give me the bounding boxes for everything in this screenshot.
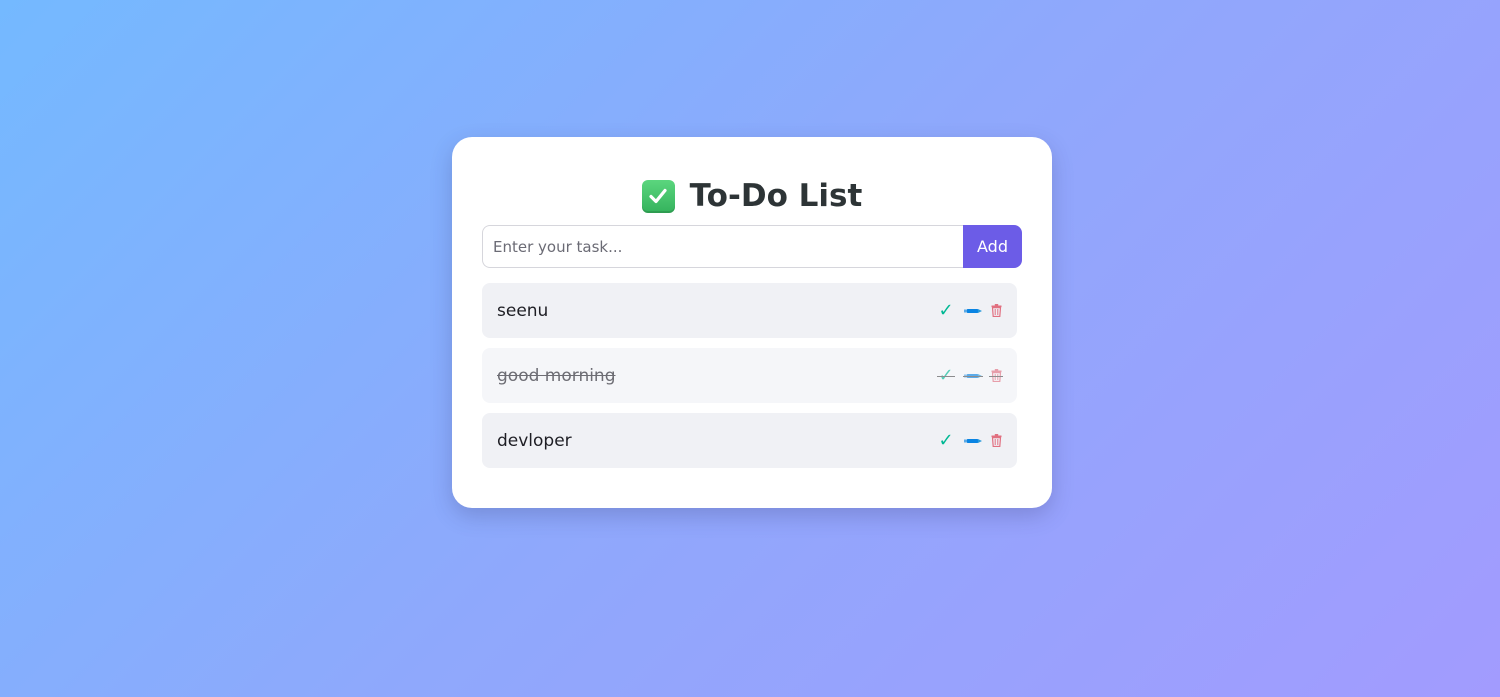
task-actions: ✓ [938, 300, 1002, 321]
complete-button[interactable]: ✓ [938, 300, 954, 321]
edit-button[interactable] [964, 308, 982, 314]
task-item: devloper ✓ [482, 413, 1017, 468]
task-text[interactable]: devloper [497, 431, 938, 451]
task-item: seenu ✓ [482, 283, 1017, 338]
trash-icon [991, 434, 1001, 447]
delete-button[interactable] [990, 304, 1002, 317]
todo-card: To-Do List Add seenu ✓ good morning ✓ [452, 137, 1052, 508]
page-title: To-Do List [482, 167, 1022, 225]
pen-icon [964, 438, 982, 443]
pen-icon [964, 308, 982, 313]
trash-icon [991, 369, 1001, 382]
task-actions: ✓ [937, 365, 1003, 386]
pen-icon [964, 373, 982, 378]
delete-button[interactable] [990, 434, 1002, 447]
add-task-form: Add [482, 225, 1022, 268]
delete-button[interactable] [989, 369, 1003, 382]
task-input[interactable] [482, 225, 963, 268]
edit-button[interactable] [964, 438, 982, 444]
task-item-completed: good morning ✓ [482, 348, 1017, 403]
task-actions: ✓ [938, 430, 1002, 451]
complete-button[interactable]: ✓ [938, 430, 954, 451]
complete-button[interactable]: ✓ [937, 365, 955, 386]
checkmark-box-icon [641, 179, 675, 213]
add-button[interactable]: Add [963, 225, 1022, 268]
trash-icon [991, 304, 1001, 317]
title-text: To-Do List [689, 178, 863, 214]
task-list: seenu ✓ good morning ✓ devloper ✓ [482, 283, 1017, 468]
task-text[interactable]: seenu [497, 301, 938, 321]
edit-button[interactable] [963, 373, 983, 379]
task-text[interactable]: good morning [497, 366, 938, 386]
